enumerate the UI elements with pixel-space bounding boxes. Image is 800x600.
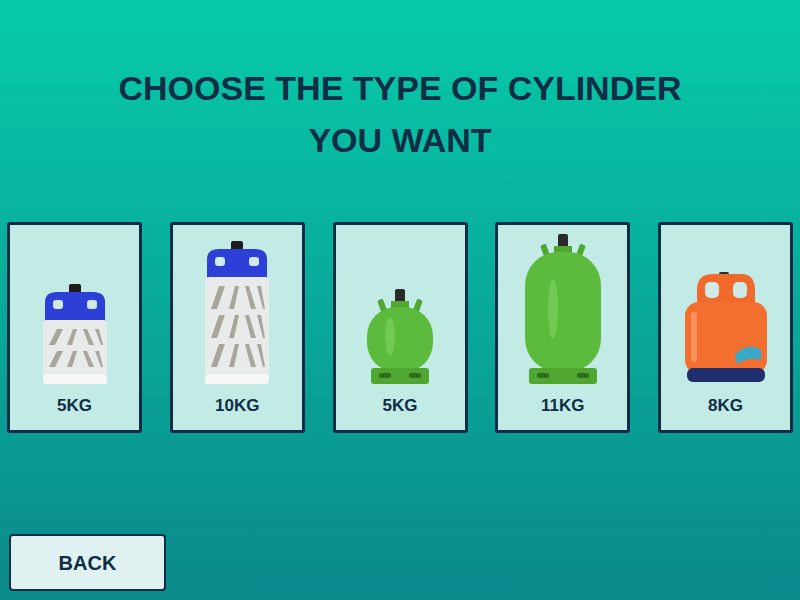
cylinder-picture	[683, 268, 769, 384]
cylinder-picture	[365, 289, 435, 384]
back-button[interactable]: BACK	[9, 534, 166, 591]
cylinder-card[interactable]: 5KG	[7, 222, 142, 433]
cylinder-label: 11KG	[541, 396, 584, 416]
cylinder-label: 5KG	[57, 396, 92, 416]
cylinder-card[interactable]: 5KG	[333, 222, 468, 433]
cylinder-label: 5KG	[383, 396, 418, 416]
cylinder-picture	[39, 284, 111, 384]
title-line: CHOOSE THE TYPE OF CYLINDER	[0, 62, 800, 114]
cylinder-list: 5KG 10KG 5KG 11KG 8KG	[0, 222, 800, 433]
composite-cylinder-icon	[201, 241, 273, 384]
cylinder-screen: CHOOSE THE TYPE OF CYLINDERYOU WANT 5KG 1…	[0, 0, 800, 600]
orange-cylinder-icon	[683, 268, 769, 384]
title-line: YOU WANT	[0, 114, 800, 166]
steel-cylinder-icon	[365, 289, 435, 384]
steel-cylinder-icon	[523, 234, 603, 384]
cylinder-picture	[523, 234, 603, 384]
cylinder-label: 8KG	[708, 396, 743, 416]
composite-cylinder-icon	[39, 284, 111, 384]
cylinder-card[interactable]: 10KG	[170, 222, 305, 433]
page-title: CHOOSE THE TYPE OF CYLINDERYOU WANT	[0, 0, 800, 166]
cylinder-label: 10KG	[215, 396, 259, 416]
cylinder-card[interactable]: 11KG	[495, 222, 630, 433]
cylinder-picture	[201, 241, 273, 384]
cylinder-card[interactable]: 8KG	[658, 222, 793, 433]
